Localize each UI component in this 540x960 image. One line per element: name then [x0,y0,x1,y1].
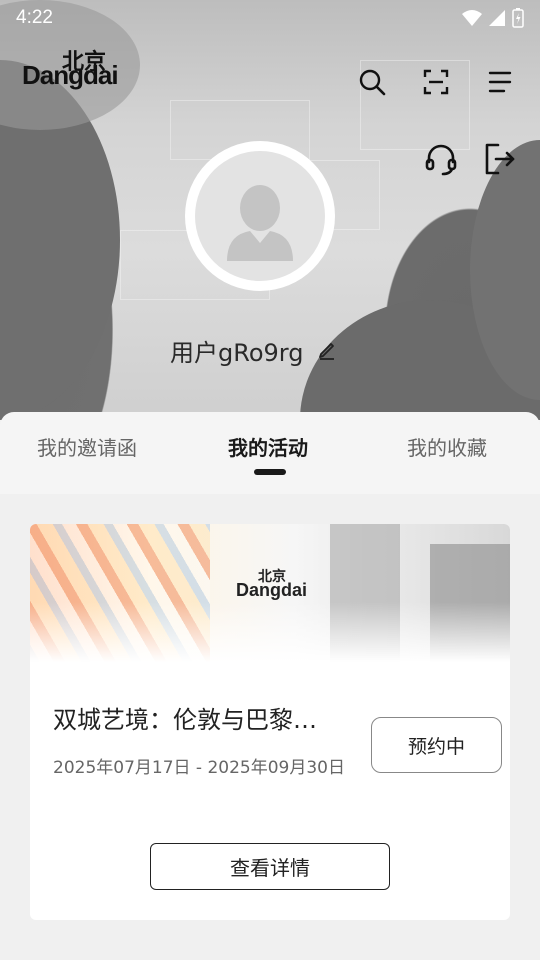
banner-logo-chinese: 北京 [258,568,286,584]
headset-icon[interactable] [424,142,458,176]
status-time: 4:22 [16,7,53,28]
battery-icon [512,8,524,28]
avatar[interactable] [185,141,335,291]
banner-logo: 北京 Dangdai [236,568,307,601]
activity-title: 双城艺境：伦敦与巴黎… [53,706,317,734]
user-icon [227,185,293,261]
reservation-status-button[interactable]: 预约中 [371,717,502,773]
banner-fade [30,602,510,662]
activity-date-range: 2025年07月17日 - 2025年09月30日 [53,758,345,778]
tab-bar: 我的邀请函 我的活动 我的收藏 [0,412,540,494]
status-bar: 4:22 [0,0,540,36]
status-icons [462,8,524,28]
username: 用户gRo9rg [170,338,304,367]
logout-icon[interactable] [484,142,516,176]
menu-icon[interactable] [485,67,515,97]
tab-favorites[interactable]: 我的收藏 [407,432,487,461]
signal-icon [489,10,505,26]
username-row: 用户gRo9rg [170,332,337,368]
scan-icon[interactable] [421,67,451,97]
activity-card[interactable]: 北京 Dangdai 双城艺境：伦敦与巴黎… 2025年07月17日 - 202… [30,524,510,920]
tab-activities[interactable]: 我的活动 [228,432,308,461]
view-details-button[interactable]: 查看详情 [150,843,390,890]
wifi-icon [462,10,482,26]
logo-text: Dangdai [22,60,119,90]
brand-logo: 北京 Dangdai [22,46,142,94]
active-tab-indicator [254,469,286,475]
tab-invitations[interactable]: 我的邀请函 [37,432,137,461]
edit-icon[interactable] [317,340,337,360]
avatar-placeholder [195,151,325,281]
search-icon[interactable] [357,67,387,97]
activity-banner-image: 北京 Dangdai [30,524,510,662]
